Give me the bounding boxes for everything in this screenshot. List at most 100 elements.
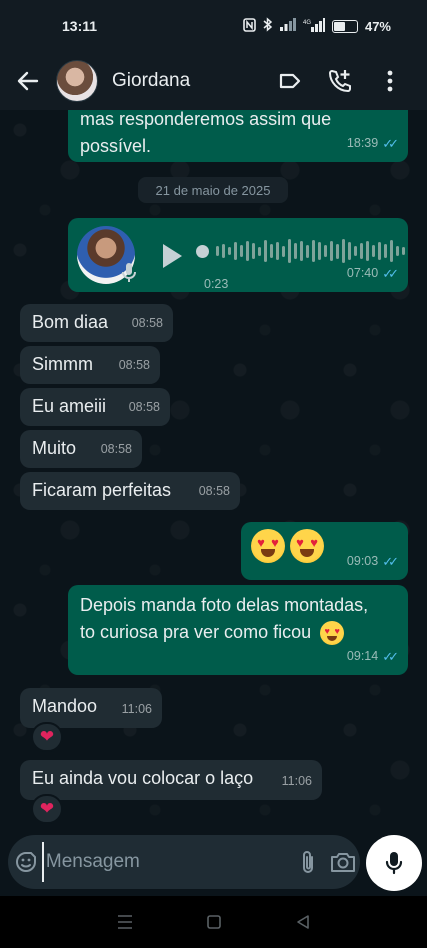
more-options-button[interactable] [365, 52, 415, 110]
message-time: 09:14 [346, 649, 379, 663]
battery-percent: 47% [364, 18, 391, 34]
message-outgoing-emoji[interactable]: 09:03 ✓✓ [241, 522, 408, 580]
message-text-line-2: to curiosa pra ver como ficou [80, 622, 312, 642]
message-meta: 11:06 [122, 696, 152, 723]
status-icons: 4G 47% [243, 17, 391, 35]
camera-button[interactable] [325, 835, 360, 889]
more-vert-icon [387, 70, 393, 92]
heart-eyes-emoji-icon [290, 529, 325, 563]
read-ticks-icon: ✓✓ [382, 266, 399, 281]
waveform-bar [312, 240, 315, 262]
waveform-bar [276, 242, 279, 260]
message-input[interactable] [41, 842, 291, 882]
message-outgoing-partial[interactable]: mas responderemos assim que possível. 18… [68, 110, 408, 162]
back-button[interactable] [0, 52, 56, 110]
read-ticks-icon: ✓✓ [382, 136, 399, 151]
status-time: 13:11 [62, 18, 98, 34]
reaction-heart-icon[interactable]: ❤ [31, 794, 63, 824]
signal-icon [279, 18, 296, 34]
message-text: Simmm [32, 354, 93, 374]
waveform-bar [384, 244, 387, 258]
message-meta: 18:39 ✓✓ [346, 130, 399, 157]
waveform-bar [324, 245, 327, 257]
message-time: 18:39 [346, 136, 379, 150]
contact-avatar[interactable] [56, 60, 98, 102]
waveform-bar [390, 240, 393, 262]
message-text-line-1: Depois manda foto delas montadas, [80, 595, 369, 615]
waveform-bar [396, 246, 399, 256]
message-time: 11:06 [281, 774, 312, 788]
message-time: 09:03 [346, 554, 379, 568]
camera-icon [330, 853, 355, 872]
waveform-bar [258, 246, 261, 256]
voice-message[interactable]: 0:23 07:40 ✓✓ [68, 218, 408, 292]
waveform-bar [246, 241, 249, 261]
waveform-bar [222, 244, 225, 258]
message-text: Muito [32, 438, 77, 458]
message-time: 11:06 [121, 702, 152, 716]
voice-duration: 0:23 [204, 277, 229, 291]
message-text: Bom diaa [32, 312, 109, 332]
bluetooth-icon [263, 17, 273, 35]
waveform-bar [366, 241, 369, 261]
waveform-bar [216, 246, 219, 256]
play-icon[interactable] [160, 242, 184, 270]
waveform-bar [228, 247, 231, 255]
message-meta: 08:58 [101, 436, 132, 463]
message-time: 07:40 [346, 266, 379, 280]
message-input-pill [8, 835, 360, 889]
waveform-bar [288, 239, 291, 263]
message-meta: 09:14 ✓✓ [346, 643, 399, 670]
svg-text:4G: 4G [303, 20, 311, 26]
waveform-bar [348, 242, 351, 260]
back-arrow-icon [17, 71, 39, 91]
waveform-bar [402, 247, 405, 255]
waveform-bar [360, 243, 363, 259]
waveform-bar [294, 243, 297, 259]
message-meta: 08:58 [199, 478, 230, 505]
message-meta: 08:58 [129, 394, 160, 421]
message-meta: 09:03 ✓✓ [346, 548, 399, 575]
waveform-bar [342, 239, 345, 263]
waveform-bar [306, 244, 309, 258]
waveform-bar [318, 242, 321, 260]
signal-4g-icon: 4G [303, 17, 325, 35]
sticker-button[interactable] [10, 835, 42, 889]
message-incoming[interactable]: Eu ameiii 08:58 [20, 388, 170, 426]
heart-eyes-emoji-icon [320, 621, 345, 646]
label-icon [279, 73, 301, 89]
message-outgoing[interactable]: Depois manda foto delas montadas, to cur… [68, 585, 408, 675]
message-incoming[interactable]: Simmm 08:58 [20, 346, 160, 384]
paperclip-icon [303, 851, 314, 873]
message-time: 08:58 [198, 484, 230, 498]
playback-position-dot[interactable] [196, 244, 209, 258]
message-incoming[interactable]: Muito 08:58 [20, 430, 142, 468]
message-incoming[interactable]: Bom diaa 08:58 [20, 304, 173, 342]
label-button[interactable] [265, 52, 315, 110]
waveform-bar [240, 245, 243, 257]
waveform-bar [282, 245, 285, 257]
read-ticks-icon: ✓✓ [382, 649, 399, 664]
waveform-bar [264, 240, 267, 262]
message-incoming[interactable]: Eu ainda vou colocar o laço 11:06 [20, 760, 322, 800]
voice-mic-icon [122, 263, 136, 282]
add-call-icon [328, 69, 351, 93]
home-icon[interactable] [206, 914, 222, 930]
message-text: Ficaram perfeitas [32, 480, 172, 500]
voice-record-button[interactable] [366, 835, 422, 891]
contact-name[interactable]: Giordana [112, 70, 190, 92]
attach-button[interactable] [291, 835, 326, 889]
waveform-bar [354, 246, 357, 256]
back-nav-icon[interactable] [295, 914, 311, 930]
header-actions [265, 52, 427, 110]
waveform-bar [234, 242, 237, 260]
message-incoming[interactable]: Ficaram perfeitas 08:58 [20, 472, 240, 510]
recents-icon[interactable] [116, 914, 134, 930]
battery-level [333, 21, 346, 31]
message-meta: 11:06 [282, 768, 312, 795]
add-call-button[interactable] [315, 52, 365, 110]
reaction-heart-icon[interactable]: ❤ [31, 722, 63, 752]
waveform-bar [372, 245, 375, 257]
status-bar: 13:11 4G 47% [0, 0, 427, 52]
chat-area[interactable]: mas responderemos assim que possível. 18… [0, 110, 427, 834]
